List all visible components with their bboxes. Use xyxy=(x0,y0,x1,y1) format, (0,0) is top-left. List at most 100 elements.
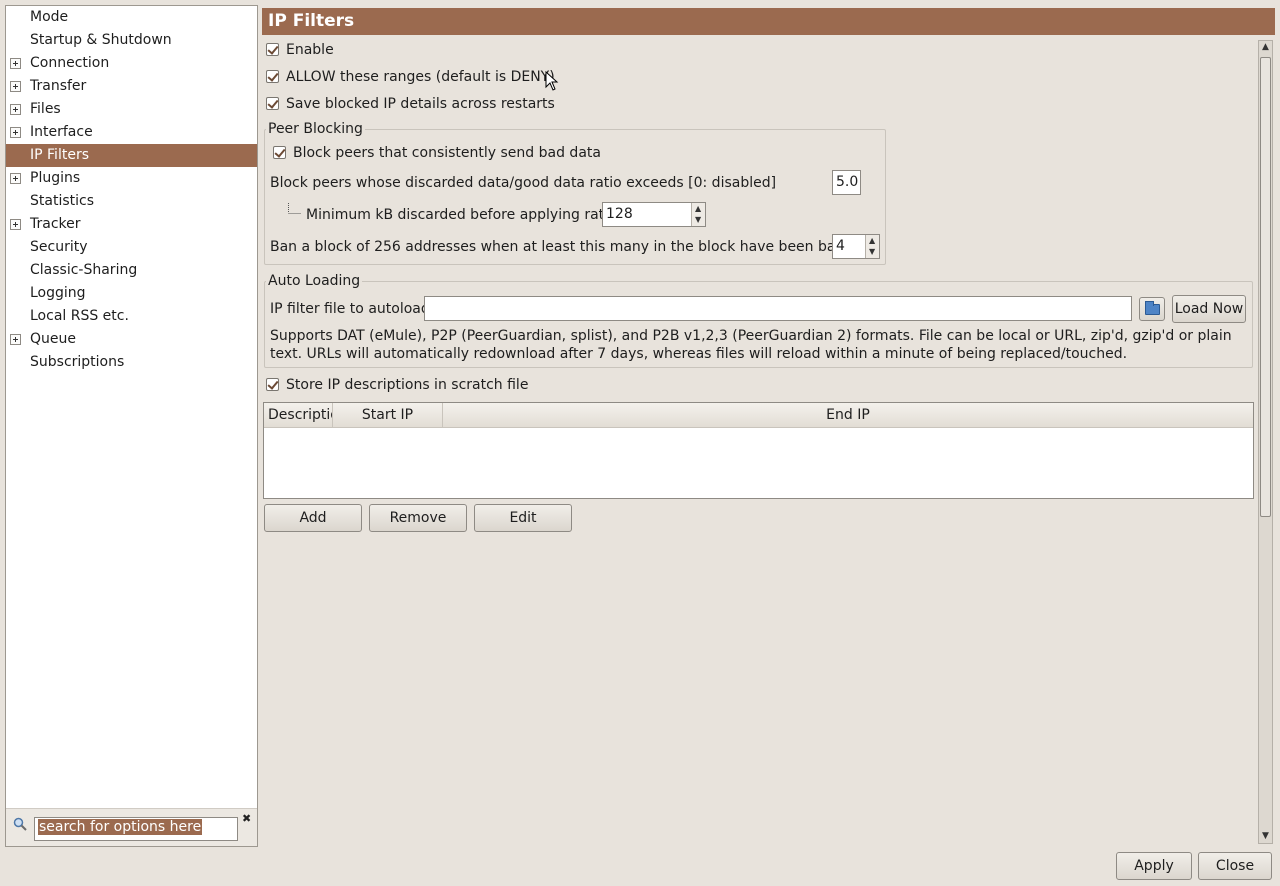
search-input[interactable]: search for options here xyxy=(34,817,238,841)
sidebar-item-security[interactable]: Security xyxy=(6,236,257,259)
add-button[interactable]: Add xyxy=(264,504,362,532)
enable-checkbox[interactable] xyxy=(266,42,279,56)
min-kb-spinner[interactable]: 128 ▲ ▼ xyxy=(602,202,706,227)
preferences-tree: Mode Startup & Shutdown Connection Transfer… xyxy=(6,6,257,374)
sidebar-item-tracker[interactable]: Tracker xyxy=(6,213,257,236)
close-button[interactable]: Close xyxy=(1198,852,1272,880)
ban-value: 4 xyxy=(836,238,845,254)
ratio-label: Block peers whose discarded data/good da… xyxy=(270,175,777,191)
store-desc-checkbox[interactable] xyxy=(266,377,279,391)
folder-icon xyxy=(1145,301,1160,315)
auto-loading-title: Auto Loading xyxy=(266,272,363,290)
bad-data-checkbox[interactable] xyxy=(273,145,286,159)
column-end-ip[interactable]: End IP xyxy=(443,403,1253,427)
sidebar-item-label: Transfer xyxy=(30,78,87,94)
sidebar-item-connection[interactable]: Connection xyxy=(6,52,257,75)
enable-option[interactable]: Enable xyxy=(266,40,334,60)
sidebar-item-statistics[interactable]: Statistics xyxy=(6,190,257,213)
tree-line-icon xyxy=(288,203,301,214)
save-blocked-checkbox[interactable] xyxy=(266,96,279,110)
allow-ranges-option[interactable]: ALLOW these ranges (default is DENY) xyxy=(266,67,555,87)
sidebar-item-label: Classic-Sharing xyxy=(30,262,138,278)
sidebar-item-transfer[interactable]: Transfer xyxy=(6,75,257,98)
min-kb-value: 128 xyxy=(606,206,633,222)
sidebar-item-label: Connection xyxy=(30,55,110,71)
sidebar-item-label: Interface xyxy=(30,124,93,140)
scroll-thumb[interactable] xyxy=(1260,57,1271,517)
sidebar-item-label: Mode xyxy=(30,9,69,25)
spinner-arrows[interactable]: ▲ ▼ xyxy=(865,235,879,258)
browse-button[interactable] xyxy=(1139,297,1165,321)
remove-button[interactable]: Remove xyxy=(369,504,467,532)
store-desc-option[interactable]: Store IP descriptions in scratch file xyxy=(266,375,528,395)
enable-label: Enable xyxy=(286,42,334,58)
bad-data-label: Block peers that consistently send bad d… xyxy=(293,145,601,161)
sidebar-item-label: Security xyxy=(30,239,88,255)
sidebar-item-ip-filters[interactable]: IP Filters xyxy=(6,144,257,167)
edit-button[interactable]: Edit xyxy=(474,504,572,532)
ip-filters-panel: Enable ALLOW these ranges (default is DE… xyxy=(262,38,1257,844)
mouse-pointer-icon xyxy=(545,71,559,91)
ratio-field[interactable]: 5.0 xyxy=(832,170,861,195)
sidebar-item-label: Files xyxy=(30,101,61,117)
allow-ranges-label: ALLOW these ranges (default is DENY) xyxy=(286,69,555,85)
vertical-scrollbar[interactable]: ▲ ▼ xyxy=(1258,40,1273,844)
search-icon xyxy=(13,817,27,831)
sidebar-item-queue[interactable]: Queue xyxy=(6,328,257,351)
sidebar-item-label: Statistics xyxy=(30,193,94,209)
expand-icon[interactable] xyxy=(10,127,21,138)
sidebar-item-label: Local RSS etc. xyxy=(30,308,129,324)
sidebar-item-label: Queue xyxy=(30,331,76,347)
file-label: IP filter file to autoload xyxy=(270,301,430,317)
min-kb-label: Minimum kB discarded before applying rat… xyxy=(306,207,617,223)
formats-description: Supports DAT (eMule), P2P (PeerGuardian,… xyxy=(270,328,1232,362)
sidebar-item-label: Tracker xyxy=(30,216,81,232)
save-blocked-label: Save blocked IP details across restarts xyxy=(286,96,555,112)
table-header: Descriptio Start IP End IP xyxy=(264,403,1253,428)
sidebar-item-label: Logging xyxy=(30,285,86,301)
search-bar: search for options here ✖ xyxy=(6,808,257,846)
sidebar-item-label: Subscriptions xyxy=(30,354,125,370)
scroll-down-icon[interactable]: ▼ xyxy=(1261,832,1270,841)
sidebar-item-subscriptions[interactable]: Subscriptions xyxy=(6,351,257,374)
spin-down-icon[interactable]: ▼ xyxy=(869,248,877,256)
sidebar-item-logging[interactable]: Logging xyxy=(6,282,257,305)
expand-icon[interactable] xyxy=(10,173,21,184)
allow-ranges-checkbox[interactable] xyxy=(266,69,279,83)
filter-file-input[interactable] xyxy=(424,296,1132,321)
preferences-sidebar: Mode Startup & Shutdown Connection Transfer… xyxy=(5,5,258,847)
load-now-button[interactable]: Load Now xyxy=(1172,295,1246,323)
peer-blocking-title: Peer Blocking xyxy=(266,120,365,138)
save-blocked-option[interactable]: Save blocked IP details across restarts xyxy=(266,94,555,114)
expand-icon[interactable] xyxy=(10,334,21,345)
sidebar-item-plugins[interactable]: Plugins xyxy=(6,167,257,190)
ip-ranges-table[interactable]: Descriptio Start IP End IP xyxy=(263,402,1254,499)
sidebar-item-startup-shutdown[interactable]: Startup & Shutdown xyxy=(6,29,257,52)
page-title: IP Filters xyxy=(262,8,1275,35)
spinner-arrows[interactable]: ▲ ▼ xyxy=(691,203,705,226)
sidebar-item-label: Startup & Shutdown xyxy=(30,32,172,48)
spin-up-icon[interactable]: ▲ xyxy=(869,237,877,245)
store-desc-label: Store IP descriptions in scratch file xyxy=(286,377,529,393)
expand-icon[interactable] xyxy=(10,81,21,92)
sidebar-item-classic-sharing[interactable]: Classic-Sharing xyxy=(6,259,257,282)
expand-icon[interactable] xyxy=(10,58,21,69)
spin-up-icon[interactable]: ▲ xyxy=(695,205,703,213)
spin-down-icon[interactable]: ▼ xyxy=(695,216,703,224)
sidebar-item-local-rss-etc[interactable]: Local RSS etc. xyxy=(6,305,257,328)
sidebar-item-files[interactable]: Files xyxy=(6,98,257,121)
column-start-ip[interactable]: Start IP xyxy=(333,403,443,427)
ban-spinner[interactable]: 4 ▲ ▼ xyxy=(832,234,880,259)
expand-icon[interactable] xyxy=(10,104,21,115)
clear-search-icon[interactable]: ✖ xyxy=(242,813,252,824)
expand-icon[interactable] xyxy=(10,219,21,230)
bad-data-option[interactable]: Block peers that consistently send bad d… xyxy=(273,143,601,163)
sidebar-item-mode[interactable]: Mode xyxy=(6,6,257,29)
sidebar-item-label: IP Filters xyxy=(30,147,89,163)
column-description[interactable]: Descriptio xyxy=(264,403,333,427)
sidebar-item-label: Plugins xyxy=(30,170,81,186)
scroll-up-icon[interactable]: ▲ xyxy=(1261,43,1270,52)
apply-button[interactable]: Apply xyxy=(1116,852,1192,880)
sidebar-item-interface[interactable]: Interface xyxy=(6,121,257,144)
ban-label: Ban a block of 256 addresses when at lea… xyxy=(270,239,871,255)
